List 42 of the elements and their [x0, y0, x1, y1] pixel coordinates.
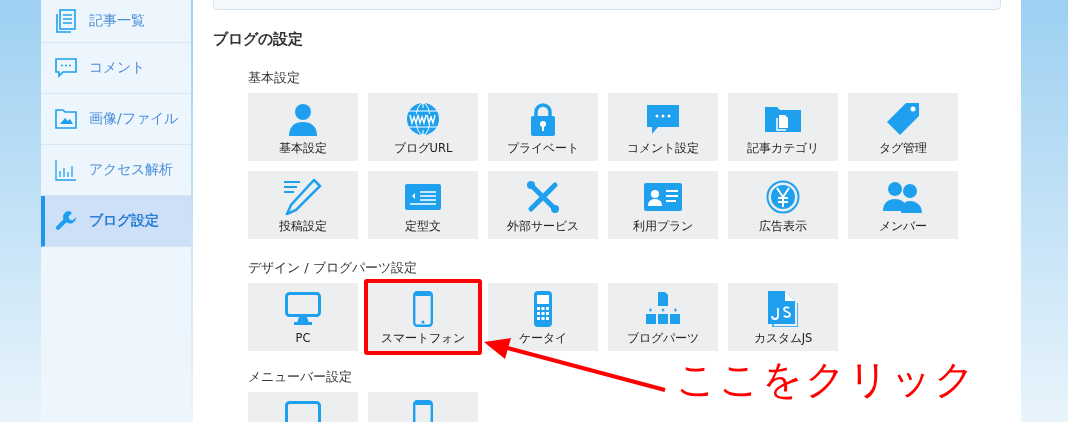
- tag-icon: [886, 102, 920, 136]
- section-title: デザイン / ブログパーツ設定: [248, 259, 417, 276]
- page-heading: ブログの設定: [213, 30, 304, 50]
- section-title: 基本設定: [248, 69, 300, 86]
- yen-coin-icon: [766, 180, 800, 214]
- settings-tile[interactable]: ブログURL: [368, 93, 478, 161]
- document-icon: [55, 9, 77, 33]
- person-icon: [286, 102, 320, 136]
- settings-tile[interactable]: 外部サービス: [488, 171, 598, 239]
- settings-tile[interactable]: メンバー: [848, 171, 958, 239]
- callout-text: ここをクリック: [676, 355, 977, 404]
- globe-icon: [406, 102, 440, 136]
- smartphone-icon: [413, 291, 433, 327]
- settings-tile[interactable]: 記事カテゴリ: [728, 93, 838, 161]
- crossed-tools-icon: [526, 180, 560, 214]
- mobile-phone-icon: [534, 291, 552, 327]
- settings-tile[interactable]: ケータイ: [488, 283, 598, 351]
- settings-tile[interactable]: コメント設定: [608, 93, 718, 161]
- text-card-icon: [405, 182, 441, 212]
- settings-tile[interactable]: 基本設定: [248, 93, 358, 161]
- speech-bubble-icon: [55, 58, 77, 78]
- js-file-icon: [768, 291, 798, 327]
- bar-chart-icon: [55, 159, 77, 181]
- settings-tile[interactable]: 広告表示: [728, 171, 838, 239]
- settings-tile[interactable]: スマートフォン: [364, 279, 482, 355]
- settings-tile[interactable]: プライベート: [488, 93, 598, 161]
- id-card-icon: [644, 183, 682, 211]
- settings-tile[interactable]: 投稿設定: [248, 171, 358, 239]
- blocks-icon: [646, 292, 680, 326]
- pencil-icon: [284, 179, 322, 215]
- settings-tile[interactable]: ブログパーツ: [608, 283, 718, 351]
- section-title: メニューバー設定: [248, 368, 352, 385]
- settings-tile[interactable]: 定型文: [368, 171, 478, 239]
- monitor-icon: [285, 292, 321, 326]
- wrench-icon: [55, 210, 77, 232]
- settings-tile[interactable]: PC: [248, 283, 358, 351]
- people-icon: [883, 181, 923, 213]
- speech-bubble-icon: [646, 102, 680, 136]
- picture-icon: [55, 109, 77, 129]
- settings-tile[interactable]: カスタムJS: [728, 283, 838, 351]
- settings-tile[interactable]: 利用プラン: [608, 171, 718, 239]
- settings-tile[interactable]: タグ管理: [848, 93, 958, 161]
